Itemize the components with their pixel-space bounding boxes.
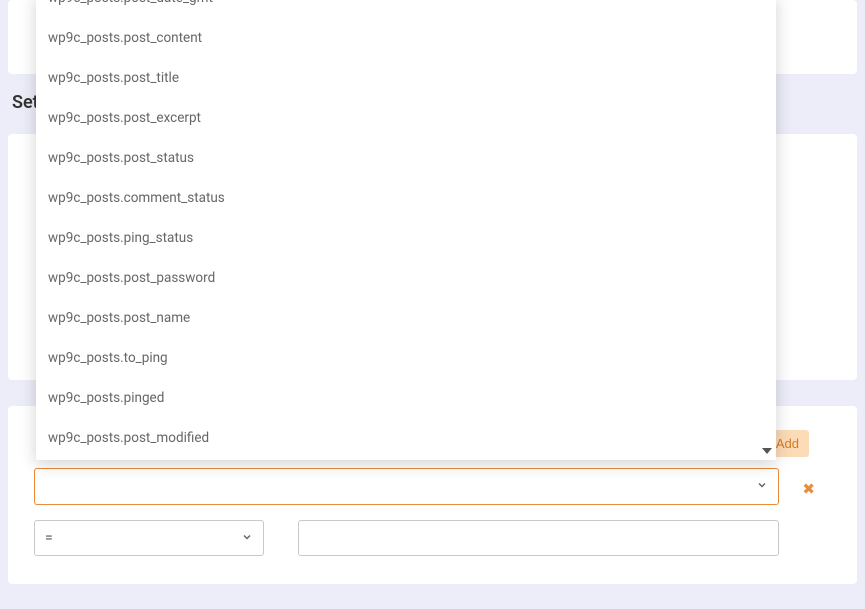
dropdown-item[interactable]: wp9c_posts.comment_status bbox=[36, 178, 776, 218]
operator-value: = bbox=[45, 530, 53, 546]
chevron-down-icon bbox=[241, 531, 253, 546]
dropdown-item[interactable]: wp9c_posts.post_name bbox=[36, 298, 776, 338]
value-input[interactable] bbox=[298, 520, 779, 556]
dropdown-item[interactable]: wp9c_posts.post_password bbox=[36, 258, 776, 298]
section-heading: Set bbox=[12, 92, 39, 113]
dropdown-item[interactable]: wp9c_posts.post_excerpt bbox=[36, 98, 776, 138]
field-combobox[interactable] bbox=[34, 468, 779, 505]
dropdown-item[interactable]: wp9c_posts.post_modified bbox=[36, 418, 776, 458]
dropdown-item[interactable]: wp9c_posts.post_content bbox=[36, 18, 776, 58]
dropdown-item[interactable]: wp9c_posts.post_status bbox=[36, 138, 776, 178]
dropdown-item[interactable]: wp9c_posts.ping_status bbox=[36, 218, 776, 258]
chevron-down-icon bbox=[756, 479, 768, 494]
dropdown-item[interactable]: wp9c_posts.post_title bbox=[36, 58, 776, 98]
dropdown-scroll-area[interactable]: wp9c_posts.post_date_gmtwp9c_posts.post_… bbox=[36, 0, 776, 460]
operator-select[interactable]: = bbox=[34, 520, 264, 556]
remove-icon[interactable]: ✖ bbox=[802, 480, 815, 498]
dropdown-item[interactable]: wp9c_posts.to_ping bbox=[36, 338, 776, 378]
dropdown-panel: wp9c_posts.post_date_gmtwp9c_posts.post_… bbox=[36, 0, 776, 460]
dropdown-item[interactable]: wp9c_posts.pinged bbox=[36, 378, 776, 418]
dropdown-item[interactable]: wp9c_posts.post_date_gmt bbox=[36, 0, 776, 18]
